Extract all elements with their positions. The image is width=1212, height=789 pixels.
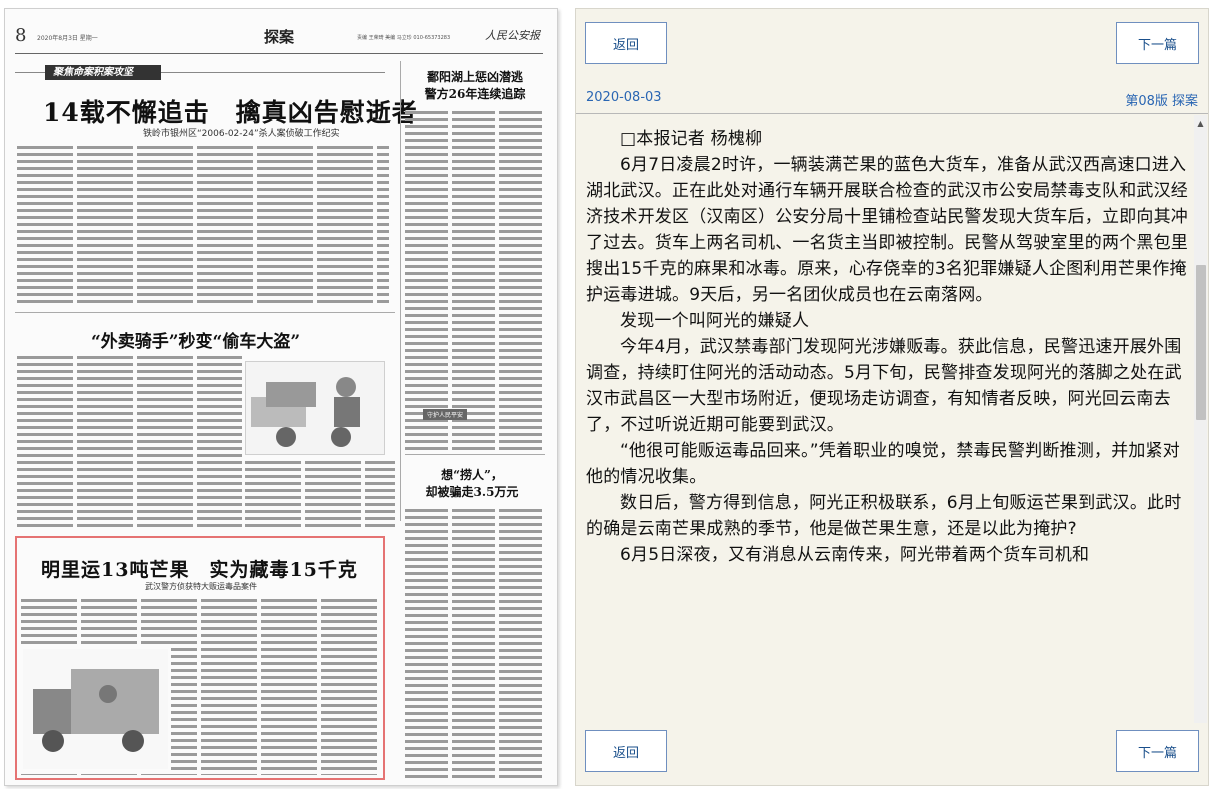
article-paragraph: 6月5日深夜，又有消息从云南传来，阿光带着两个货车司机和 — [620, 545, 1090, 565]
text-columns-top — [17, 144, 389, 304]
text-column-right — [405, 109, 545, 454]
row-divider — [405, 454, 545, 455]
page-editor-line: 责编 王荣琦 美编 马立珍 010-65373283 — [357, 35, 451, 41]
section-banner: 聚焦命案积案攻坚 — [45, 65, 161, 80]
article-date: 2020-08-03 — [586, 90, 662, 105]
illustration-thief — [245, 361, 385, 455]
article-headline-main[interactable]: 14载不懈追击 擒真凶告慰逝者 — [43, 93, 418, 129]
text-lines-right-2 — [405, 507, 545, 782]
article-headline-right2[interactable]: 想“捞人”， 却被骗走3.5万元 — [407, 467, 537, 501]
article-headline-middle[interactable]: “外卖骑手”秒变“偷车大盗” — [91, 327, 300, 352]
page-date-line: 2020年8月3日 星期一 — [37, 35, 98, 42]
article-paragraph: 数日后，警方得到信息，阿光正积极联系，6月上旬贩运芒果到武汉。此时的确是云南芒果… — [586, 493, 1182, 539]
newspaper-page[interactable]: 8 2020年8月3日 星期一 探案 责编 王荣琦 美编 马立珍 010-653… — [4, 8, 558, 786]
header-rule — [15, 53, 543, 54]
small-section-tag: 守护人民平安 — [423, 409, 468, 420]
page-section: 探案 — [264, 28, 295, 46]
text-lines-middle-2 — [245, 459, 395, 529]
column-divider — [400, 61, 401, 521]
article-subheadline-main: 铁岭市银州区“2006-02-24”杀人案侦破工作纪实 — [143, 129, 340, 139]
article-byline: □本报记者 杨槐柳 — [620, 129, 763, 149]
article-scrollbar[interactable]: ▲ — [1194, 115, 1207, 723]
article-headline-bottom[interactable]: 明里运13吨芒果 实为藏毒15千克 — [41, 555, 358, 582]
back-button[interactable]: 返回 — [585, 22, 667, 64]
article-subheading: 发现一个叫阿光的嫌疑人 — [620, 311, 810, 331]
article-body[interactable]: □本报记者 杨槐柳 6月7日凌晨2时许，一辆装满芒果的蓝色大货车，准备从武汉西高… — [576, 115, 1194, 723]
article-reader-panel: 返回 下一篇 2020-08-03 第08版 探案 □本报记者 杨槐柳 6月7日… — [575, 8, 1209, 786]
article-page-info[interactable]: 第08版 探案 — [1125, 90, 1198, 109]
newspaper-logo: 人民公安报 — [485, 29, 540, 42]
article-paragraph: “他很可能贩运毒品回来。”凭着职业的嗅觉，禁毒民警判断推测，并加紧对他的情况收集… — [586, 441, 1180, 487]
article-paragraph: 今年4月，武汉禁毒部门发现阿光涉嫌贩毒。获此信息，民警迅速开展外围调查，持续盯住… — [586, 337, 1182, 435]
next-article-button[interactable]: 下一篇 — [1116, 22, 1199, 64]
triangle-up-icon[interactable]: ▲ — [1194, 119, 1207, 129]
article-subheadline-bottom: 武汉警方侦获特大贩运毒品案件 — [145, 582, 257, 591]
article-headline-right[interactable]: 鄱阳湖上惩凶潜逃 警方26年连续追踪 — [410, 69, 540, 103]
text-lines-right — [405, 109, 545, 454]
article-paragraph: 6月7日凌晨2时许，一辆装满芒果的蓝色大货车，准备从武汉西高速口进入湖北武汉。正… — [586, 155, 1188, 305]
article-meta-bar: 2020-08-03 第08版 探案 — [576, 83, 1208, 114]
bottom-navigation: 返回 下一篇 — [576, 723, 1208, 785]
text-columns-middle — [17, 354, 242, 529]
text-lines-top — [17, 144, 389, 304]
truck-illustration-icon — [33, 669, 159, 752]
top-navigation: 返回 下一篇 — [576, 9, 1208, 71]
text-column-right-2 — [405, 507, 545, 782]
illustration-truck — [23, 649, 168, 769]
back-button[interactable]: 返回 — [585, 730, 667, 772]
scrollbar-thumb[interactable] — [1196, 265, 1206, 420]
next-article-button[interactable]: 下一篇 — [1116, 730, 1199, 772]
text-lines-middle — [17, 354, 242, 529]
text-columns-middle-2 — [245, 459, 395, 529]
row-divider — [15, 312, 395, 313]
thief-illustration-icon — [251, 377, 360, 447]
page-number: 8 — [15, 25, 27, 46]
